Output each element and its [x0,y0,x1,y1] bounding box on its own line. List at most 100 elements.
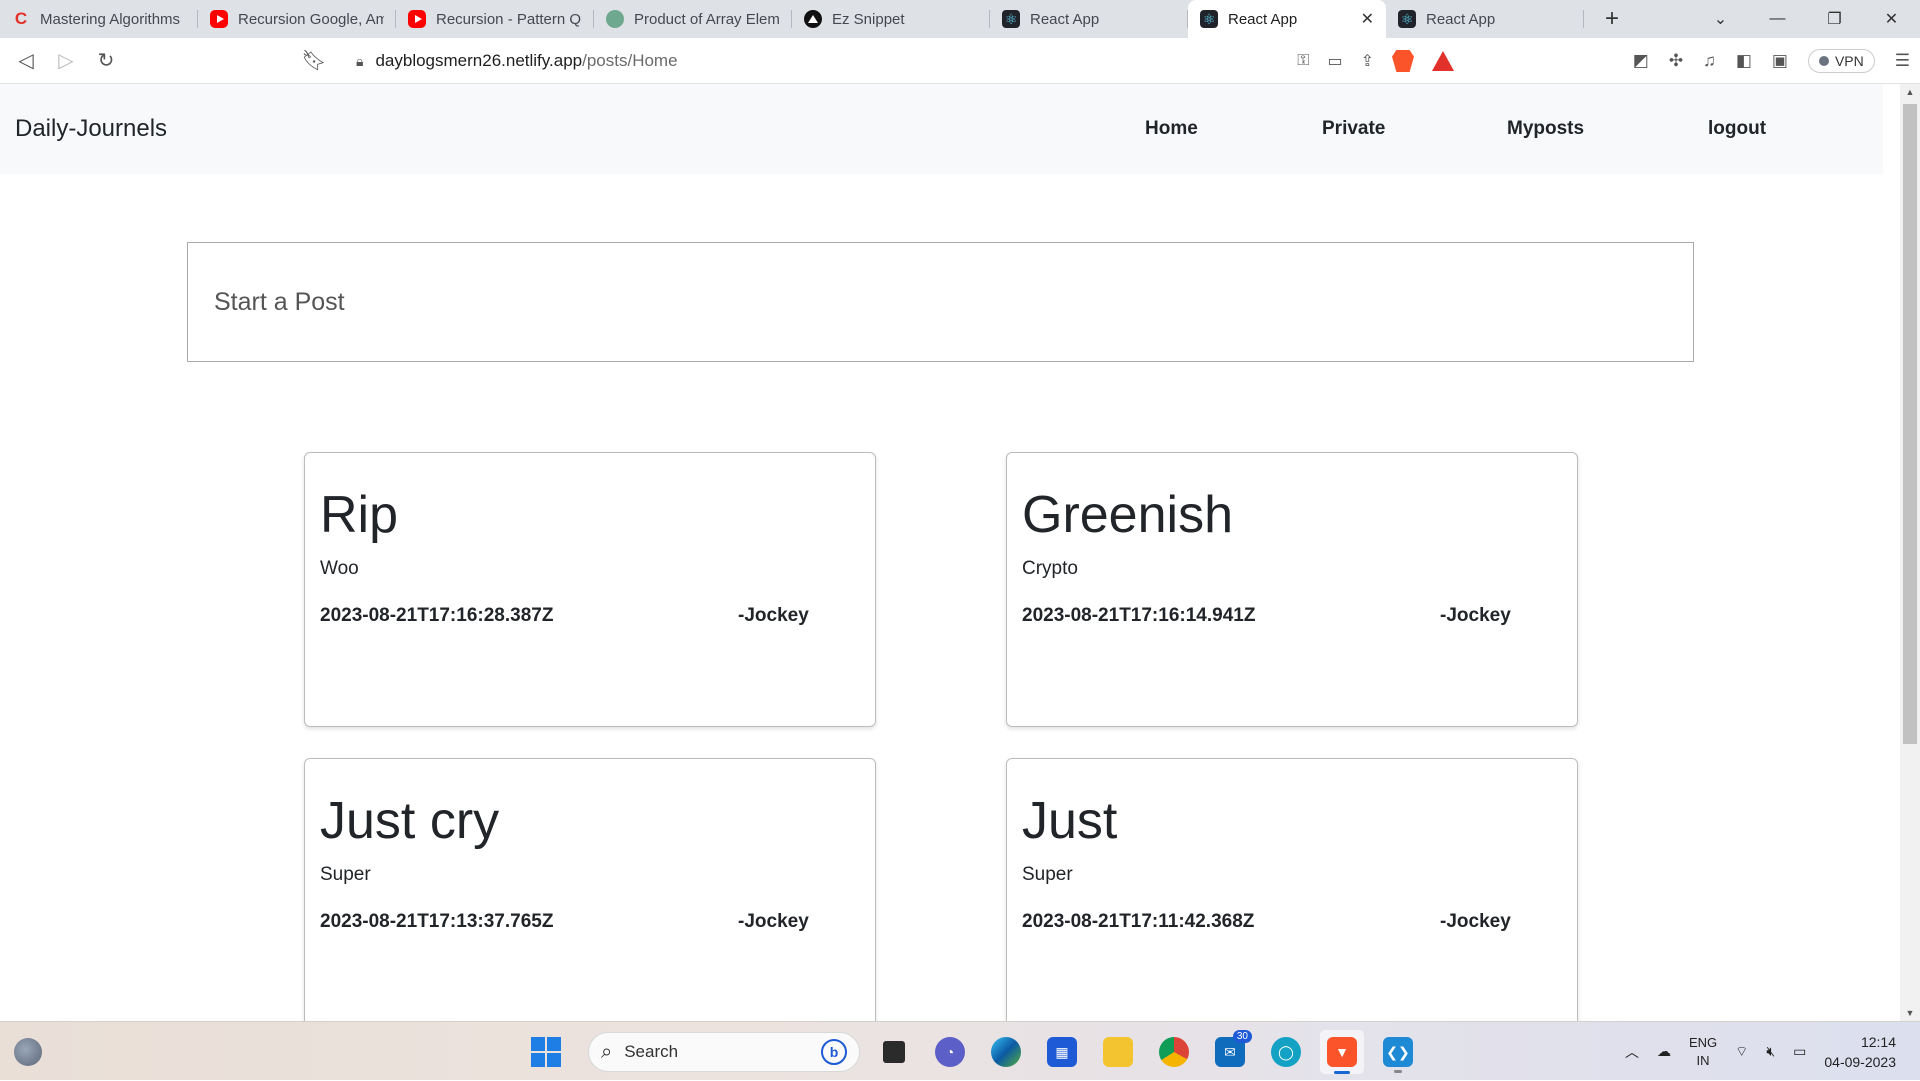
clock-time: 12:14 [1860,1033,1896,1050]
taskbar-search-label: Search [624,1042,679,1061]
tab-5[interactable]: ⚛ React App [990,0,1188,38]
post-subtitle: Super [1022,864,1073,885]
store-button[interactable]: ▦ [1040,1030,1084,1074]
alexa-icon: ◯ [1271,1037,1301,1067]
vscode-icon: ❮❯ [1383,1037,1413,1067]
minimize-button[interactable]: — [1749,0,1806,38]
weather-icon[interactable] [14,1038,42,1066]
address-bar[interactable]: 🔒︎ dayblogsmern26.netlify.app/posts/Home… [344,44,1464,78]
mail-button[interactable]: ✉ 30 [1208,1030,1252,1074]
search-icon: ⌕ [601,1040,613,1063]
wifi-icon[interactable]: ⌔ [1735,1043,1748,1061]
back-icon[interactable]: ◁ [6,41,46,81]
tab-7[interactable]: ⚛ React App [1386,0,1584,38]
post-card[interactable]: Greenish Crypto 2023-08-21T17:16:14.941Z… [1006,452,1578,727]
edge-icon [991,1037,1021,1067]
tab-title: React App [1228,10,1298,28]
taskbar-search[interactable]: ⌕ Search b [588,1032,860,1072]
post-date: 2023-08-21T17:16:28.387Z [320,605,554,626]
nav-logout-link[interactable]: logout [1708,118,1766,140]
task-view-button[interactable] [872,1030,916,1074]
onedrive-icon[interactable]: ☁ [1657,1043,1671,1060]
codechef-icon: C [14,9,28,28]
react-icon: ⚛ [1002,10,1020,28]
running-indicator [1394,1070,1402,1073]
scroll-up-arrow-icon[interactable]: ▲ [1900,84,1920,100]
chevron-up-icon[interactable]: ︿ [1625,1042,1639,1062]
wallet-icon[interactable]: ▣ [1772,51,1788,71]
address-bar-icons: ⚿ ▭ ⇪ 1 [1297,44,1454,78]
brave-taskbar-button[interactable]: ▼ [1320,1030,1364,1074]
brave-shields-icon[interactable] [1392,50,1414,72]
language-indicator[interactable]: ENG IN [1689,1034,1717,1070]
battery-icon[interactable]: ▭ [1793,1043,1806,1060]
brave-icon: ▼ [1327,1037,1357,1067]
extensions-puzzle-icon[interactable]: ✣ [1669,51,1683,71]
share-icon[interactable]: ⇪ [1361,51,1374,71]
post-title: Rip [320,486,399,544]
youtube-icon [210,10,228,28]
post-title: Greenish [1022,486,1233,544]
new-tab-button[interactable]: + [1592,0,1632,38]
page-scrollbar[interactable]: ▲ ▼ [1900,84,1920,1021]
key-icon[interactable]: ⚿ [1297,52,1309,70]
tab-search-icon[interactable]: ⌄ [1692,0,1749,38]
file-explorer-button[interactable] [1096,1030,1140,1074]
edge-button[interactable] [984,1030,1028,1074]
scroll-down-arrow-icon[interactable]: ▼ [1900,1005,1920,1021]
vpn-button[interactable]: VPN [1807,49,1875,73]
restore-button[interactable]: ❐ [1806,0,1863,38]
extension-square-icon[interactable]: ◩ [1633,51,1649,71]
browser-toolbar: ◁ ▷ ↻ 🔖︎ 🔒︎ dayblogsmern26.netlify.app/p… [0,38,1920,84]
vscode-button[interactable]: ❮❯ [1376,1030,1420,1074]
scrollbar-thumb[interactable] [1903,104,1917,744]
media-music-icon[interactable]: ♫ [1703,51,1716,71]
tab-strip: C Mastering Algorithms Recursion Google,… [0,0,1920,38]
tab-title: React App [1030,10,1100,28]
start-button[interactable] [524,1030,568,1074]
tab-3[interactable]: Product of Array Eleme [594,0,792,38]
close-window-button[interactable]: ✕ [1863,0,1920,38]
post-card[interactable]: Just Super 2023-08-21T17:11:42.368Z -Joc… [1006,758,1578,1021]
post-date: 2023-08-21T17:13:37.765Z [320,911,554,932]
tab-4[interactable]: Ez Snippet [792,0,990,38]
clock[interactable]: 12:14 04-09-2023 [1824,1032,1896,1072]
tab-title: Product of Array Eleme [634,10,780,28]
post-author: -Jockey [738,605,809,626]
brand-link[interactable]: Daily-Journels [15,115,167,143]
folder-icon [1103,1037,1133,1067]
post-author: -Jockey [1440,605,1511,626]
tab-1[interactable]: Recursion Google, Am [198,0,396,38]
tab-6-active[interactable]: ⚛ React App ✕ [1188,0,1386,38]
sidebar-icon[interactable]: ◧ [1736,51,1752,71]
cast-icon[interactable]: ▭ [1327,51,1342,71]
chatgpt-icon [606,10,624,28]
post-subtitle: Super [320,864,371,885]
tab-2[interactable]: Recursion - Pattern Qu [396,0,594,38]
reload-icon[interactable]: ↻ [86,41,126,81]
tab-title: React App [1426,10,1496,28]
chrome-button[interactable] [1152,1030,1196,1074]
bookmark-icon[interactable]: 🔖︎ [294,41,334,81]
alexa-button[interactable]: ◯ [1264,1030,1308,1074]
window-controls: ⌄ — ❐ ✕ [1692,0,1920,38]
brave-rewards-icon[interactable]: 1 [1432,51,1454,71]
forward-icon[interactable]: ▷ [46,41,86,81]
post-card[interactable]: Rip Woo 2023-08-21T17:16:28.387Z -Jockey [304,452,876,727]
nav-private-link[interactable]: Private [1322,118,1385,140]
nav-home-link[interactable]: Home [1145,118,1198,140]
bing-icon[interactable]: b [821,1039,847,1065]
tab-0[interactable]: C Mastering Algorithms [0,0,198,38]
lang-bottom: IN [1696,1052,1710,1068]
start-post-input[interactable]: Start a Post [187,242,1694,362]
post-card[interactable]: Just cry Super 2023-08-21T17:13:37.765Z … [304,758,876,1021]
menu-icon[interactable]: ☰ [1895,51,1910,71]
tab-title: Recursion Google, Am [238,10,384,28]
post-title: Just [1022,792,1118,850]
post-author: -Jockey [738,911,809,932]
mail-badge: 30 [1232,1030,1252,1043]
volume-muted-icon[interactable]: 🔇︎ [1766,1043,1775,1060]
teams-chat-button[interactable]: ◔ [928,1030,972,1074]
nav-myposts-link[interactable]: Myposts [1507,118,1584,140]
close-tab-icon[interactable]: ✕ [1361,9,1374,29]
